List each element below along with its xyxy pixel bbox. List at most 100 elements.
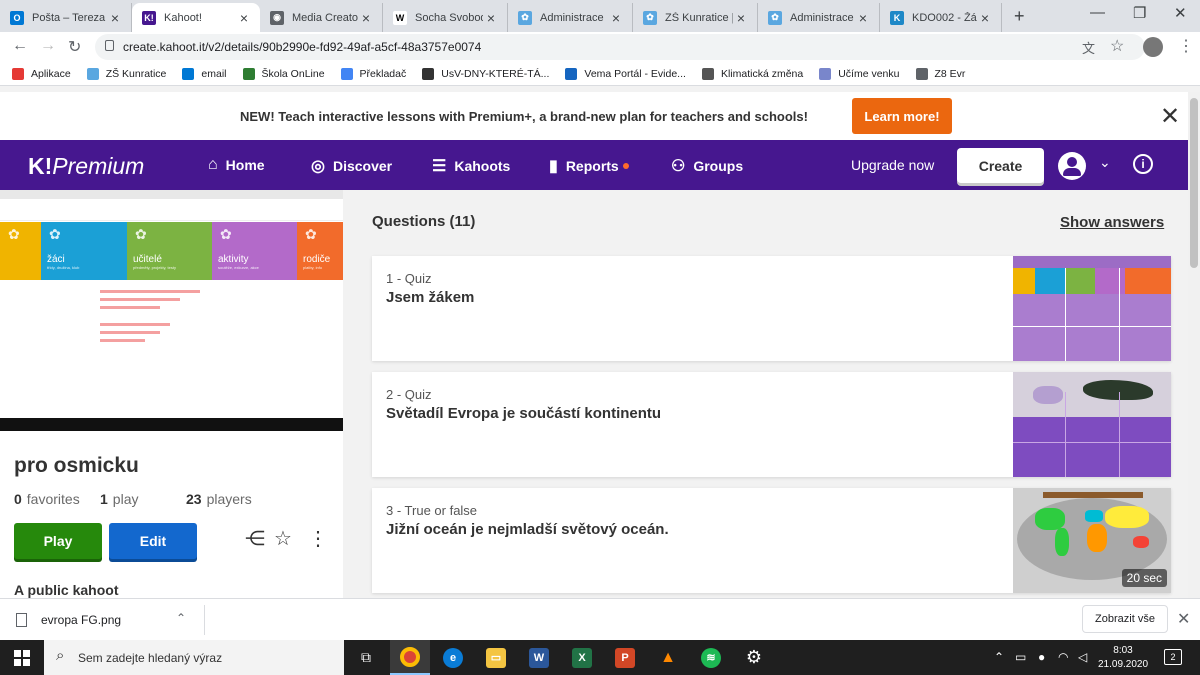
restore-button[interactable]: ❐ xyxy=(1133,4,1146,22)
browser-tab[interactable]: ✿ ZŠ Kunratice | × xyxy=(633,3,758,32)
close-tab-icon[interactable]: × xyxy=(733,10,749,26)
learn-more-button[interactable]: Learn more! xyxy=(852,98,952,134)
cover-tile: ✿ žáci třídy, družina, klub xyxy=(41,222,127,280)
volume-icon[interactable]: ◁ xyxy=(1078,650,1087,664)
cover-tile-label: rodiče xyxy=(303,254,331,265)
new-tab-button[interactable]: + xyxy=(1014,6,1025,27)
edit-button[interactable]: Edit xyxy=(109,523,197,559)
bookmark-item[interactable]: Učíme venku xyxy=(819,67,900,80)
tray-expand-icon[interactable]: ⌃ xyxy=(994,650,1004,664)
download-item[interactable]: evropa FG.png xyxy=(16,613,121,627)
close-tab-icon[interactable]: × xyxy=(483,10,499,26)
browser-tab[interactable]: O Pošta – Tereza × xyxy=(0,3,132,32)
nav-kahoots[interactable]: ☰ Kahoots xyxy=(432,156,510,176)
question-card-3[interactable]: 3 - True or false Jižní oceán je nejmlad… xyxy=(372,488,1171,593)
user-avatar-icon[interactable] xyxy=(1058,152,1086,180)
more-options-icon[interactable]: ⋮ xyxy=(308,526,328,551)
taskbar-search[interactable]: ⌕ Sem zadejte hledaný výraz xyxy=(44,640,344,675)
browser-tab[interactable]: ✿ Administrace × xyxy=(508,3,633,32)
minimize-button[interactable]: — xyxy=(1090,4,1105,21)
favorite-star-icon[interactable]: ☆ xyxy=(274,526,292,551)
excel-icon[interactable]: X xyxy=(562,640,602,675)
browser-tab[interactable]: ◉ Media Creator × xyxy=(260,3,383,32)
forward-icon[interactable]: → xyxy=(40,37,56,55)
bookmark-item[interactable]: Překladač xyxy=(340,67,406,80)
create-button[interactable]: Create xyxy=(957,148,1044,183)
reload-icon[interactable]: ↻ xyxy=(68,37,81,57)
battery-icon[interactable]: ▭ xyxy=(1015,650,1026,664)
translate-icon[interactable]: 文 xyxy=(1082,38,1095,57)
cover-bookmarks xyxy=(0,199,343,221)
flower-icon: ✿ xyxy=(8,226,20,242)
bookmark-item[interactable]: Vema Portál - Evide... xyxy=(565,67,686,80)
settings-gear-icon[interactable]: ⚙ xyxy=(734,640,774,675)
close-tab-icon[interactable]: × xyxy=(107,10,123,26)
menu-icon[interactable]: ⋮ xyxy=(1178,36,1194,56)
wifi-icon[interactable]: ◠ xyxy=(1058,650,1068,664)
cover-tile-sub: třídy, družina, klub xyxy=(47,265,80,270)
bookmark-item[interactable]: Aplikace xyxy=(12,67,71,80)
close-tab-icon[interactable]: × xyxy=(608,10,624,26)
bookmark-icon xyxy=(701,67,714,80)
close-tab-icon[interactable]: × xyxy=(358,10,374,26)
bookmark-label: Klimatická změna xyxy=(720,67,804,80)
close-window-button[interactable]: ✕ xyxy=(1174,4,1187,22)
info-icon[interactable]: i xyxy=(1133,154,1153,174)
close-tab-icon[interactable]: × xyxy=(977,10,993,26)
browser-tab[interactable]: K! Kahoot! × xyxy=(132,3,260,32)
notifications-icon[interactable]: 2 xyxy=(1164,649,1182,665)
share-icon[interactable]: ⋲ xyxy=(245,526,265,551)
bookmark-item[interactable]: UsV-DNY-KTERÉ-TÁ... xyxy=(422,67,549,80)
spotify-icon[interactable]: ≋ xyxy=(691,640,731,675)
show-answers-button[interactable]: Show answers xyxy=(1060,214,1164,231)
tab-title: KDO002 - Žák xyxy=(912,11,977,24)
cover-taskbar xyxy=(0,418,343,431)
browser-tab[interactable]: K KDO002 - Žák × xyxy=(880,3,1002,32)
browser-tab[interactable]: ✿ Administrace × xyxy=(758,3,880,32)
profile-avatar[interactable] xyxy=(1143,37,1163,57)
cover-tile-label: aktivity xyxy=(218,254,249,265)
show-all-downloads-button[interactable]: Zobrazit vše xyxy=(1082,605,1168,633)
question-card-1[interactable]: 1 - Quiz Jsem žákem xyxy=(372,256,1171,361)
close-banner-icon[interactable]: ✕ xyxy=(1160,102,1180,131)
nav-reports[interactable]: ▮ Reports xyxy=(549,156,629,176)
bookmark-item[interactable]: Z8 Evr xyxy=(915,67,965,80)
file-explorer-icon[interactable]: ▭ xyxy=(476,640,516,675)
play-button[interactable]: Play xyxy=(14,523,102,559)
url-input[interactable]: create.kahoot.it/v2/details/90b2990e-fd9… xyxy=(95,34,1145,60)
nav-groups[interactable]: ⚇ Groups xyxy=(671,156,743,176)
task-view-icon[interactable]: ⧉ xyxy=(346,640,386,675)
chevron-down-icon[interactable]: ⌄ xyxy=(1099,154,1111,171)
nav-home[interactable]: ⌂ Home xyxy=(208,156,265,174)
network-icon[interactable]: ● xyxy=(1038,650,1045,664)
page-scrollbar[interactable] xyxy=(1188,92,1200,598)
windows-taskbar: ⌕ Sem zadejte hledaný výraz ⧉ e ▭ W X P … xyxy=(0,640,1200,675)
upgrade-now-link[interactable]: Upgrade now xyxy=(851,157,934,173)
file-icon xyxy=(16,613,27,627)
divider xyxy=(204,605,205,635)
wikipedia-icon: W xyxy=(393,10,407,25)
chevron-up-icon[interactable]: ⌃ xyxy=(176,611,186,625)
bookmark-item[interactable]: email xyxy=(182,67,227,80)
word-icon[interactable]: W xyxy=(519,640,559,675)
powerpoint-icon[interactable]: P xyxy=(605,640,645,675)
close-tab-icon[interactable]: × xyxy=(236,10,252,26)
question-card-2[interactable]: 2 - Quiz Světadíl Evropa je součástí kon… xyxy=(372,372,1171,477)
edge-icon[interactable]: e xyxy=(433,640,473,675)
browser-tab[interactable]: W Socha Svobody× xyxy=(383,3,508,32)
windows-start-icon[interactable] xyxy=(14,650,30,666)
bookmark-item[interactable]: Škola OnLine xyxy=(242,67,325,80)
bookmark-item[interactable]: Klimatická změna xyxy=(701,67,804,80)
system-clock[interactable]: 8:03 21.09.2020 xyxy=(1098,644,1148,672)
visibility-label: A public kahoot xyxy=(14,582,119,598)
bookmark-star-icon[interactable]: ☆ xyxy=(1110,36,1124,56)
bookmark-item[interactable]: ZŠ Kunratice xyxy=(86,67,166,80)
scrollbar-thumb[interactable] xyxy=(1190,98,1198,268)
back-icon[interactable]: ← xyxy=(12,37,28,55)
close-tab-icon[interactable]: × xyxy=(855,10,871,26)
close-download-bar-icon[interactable]: ✕ xyxy=(1177,609,1190,629)
kahoot-premium-logo[interactable]: K!Premium xyxy=(28,153,144,180)
chrome-icon[interactable] xyxy=(390,640,430,675)
vlc-icon[interactable]: ▲ xyxy=(648,640,688,675)
nav-discover[interactable]: ◎ Discover xyxy=(311,156,392,176)
